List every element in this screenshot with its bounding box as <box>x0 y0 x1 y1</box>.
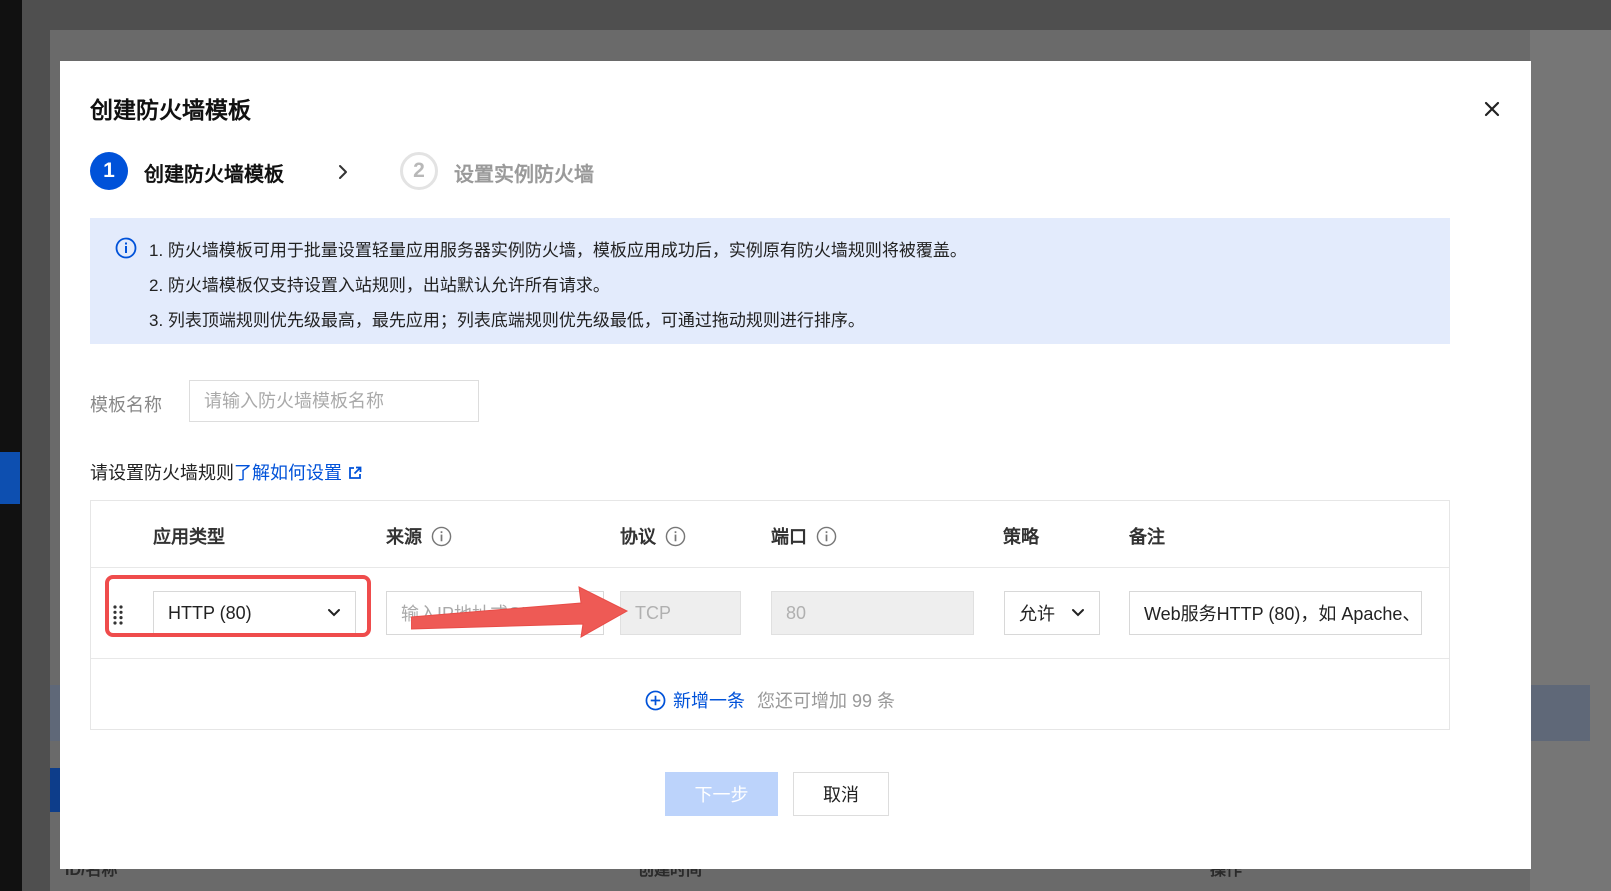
chevron-right-icon <box>339 165 347 179</box>
column-header-remark: 备注 <box>1129 527 1165 547</box>
header-divider <box>91 567 1449 568</box>
background-right-panel <box>1530 30 1611 891</box>
port-field: 80 <box>771 591 974 635</box>
close-icon[interactable] <box>1480 97 1504 121</box>
column-header-policy: 策略 <box>1003 527 1039 547</box>
template-name-label: 模板名称 <box>90 395 162 415</box>
external-link-icon <box>349 466 362 479</box>
template-name-input[interactable] <box>189 380 479 422</box>
policy-select[interactable]: 允许 <box>1004 591 1100 635</box>
remark-value: Web服务HTTP (80)，如 Apache、Nginx <box>1144 604 1421 624</box>
learn-how-link[interactable]: 了解如何设置 <box>234 463 362 483</box>
column-header-port: 端口 <box>771 523 837 549</box>
plus-circle-icon <box>645 690 666 710</box>
add-rule-button[interactable]: 新增一条 <box>645 687 745 713</box>
add-rule-row: 新增一条 您还可增加 99 条 <box>91 671 1449 729</box>
step-1-number: 1 <box>90 152 128 190</box>
step-2-number: 2 <box>400 152 438 190</box>
info-circle-icon <box>115 237 137 259</box>
create-firewall-template-dialog: 创建防火墙模板 1 创建防火墙模板 2 设置实例防火墙 1. 防火墙模板可用于批… <box>60 61 1531 869</box>
row-divider <box>91 658 1449 659</box>
cancel-button[interactable]: 取消 <box>793 772 889 816</box>
column-header-source: 来源 <box>386 523 452 549</box>
step-2-label: 设置实例防火墙 <box>454 164 594 186</box>
learn-how-link-text: 了解如何设置 <box>234 463 342 483</box>
background-sidebar-active-item <box>0 452 20 504</box>
step-1-label: 创建防火墙模板 <box>144 164 284 186</box>
info-circle-icon[interactable] <box>665 526 686 547</box>
dialog-title: 创建防火墙模板 <box>90 97 251 123</box>
column-header-protocol: 协议 <box>620 523 686 549</box>
remark-input[interactable]: Web服务HTTP (80)，如 Apache、Nginx <box>1129 591 1422 635</box>
background-sidebar <box>0 0 22 891</box>
rules-title: 请设置防火墙规则了解如何设置 <box>90 459 362 485</box>
notice-line-2: 2. 防火墙模板仅支持设置入站规则，出站默认允许所有请求。 <box>149 276 610 295</box>
notice-box: 1. 防火墙模板可用于批量设置轻量应用服务器实例防火墙，模板应用成功后，实例原有… <box>90 218 1450 344</box>
info-circle-icon[interactable] <box>431 526 452 547</box>
firewall-rules-table: 应用类型 来源 协议 端口 策略 备注 HTTP (80) 输入IP地址或CID… <box>90 500 1450 730</box>
annotation-arrow-icon <box>411 586 629 638</box>
remaining-rules-hint: 您还可增加 99 条 <box>756 691 896 711</box>
next-step-button[interactable]: 下一步 <box>665 772 778 816</box>
info-circle-icon[interactable] <box>816 526 837 547</box>
policy-value: 允许 <box>1019 604 1055 624</box>
rules-title-text: 请设置防火墙规则 <box>90 463 234 483</box>
annotation-highlight-box <box>105 575 371 637</box>
port-value: 80 <box>786 602 807 623</box>
chevron-down-icon <box>1072 609 1084 617</box>
notice-line-1: 1. 防火墙模板可用于批量设置轻量应用服务器实例防火墙，模板应用成功后，实例原有… <box>149 241 967 260</box>
add-rule-label: 新增一条 <box>672 691 745 711</box>
column-header-app-type: 应用类型 <box>153 527 225 547</box>
notice-line-3: 3. 列表顶端规则优先级最高，最先应用；列表底端规则优先级最低，可通过拖动规则进… <box>149 311 865 330</box>
